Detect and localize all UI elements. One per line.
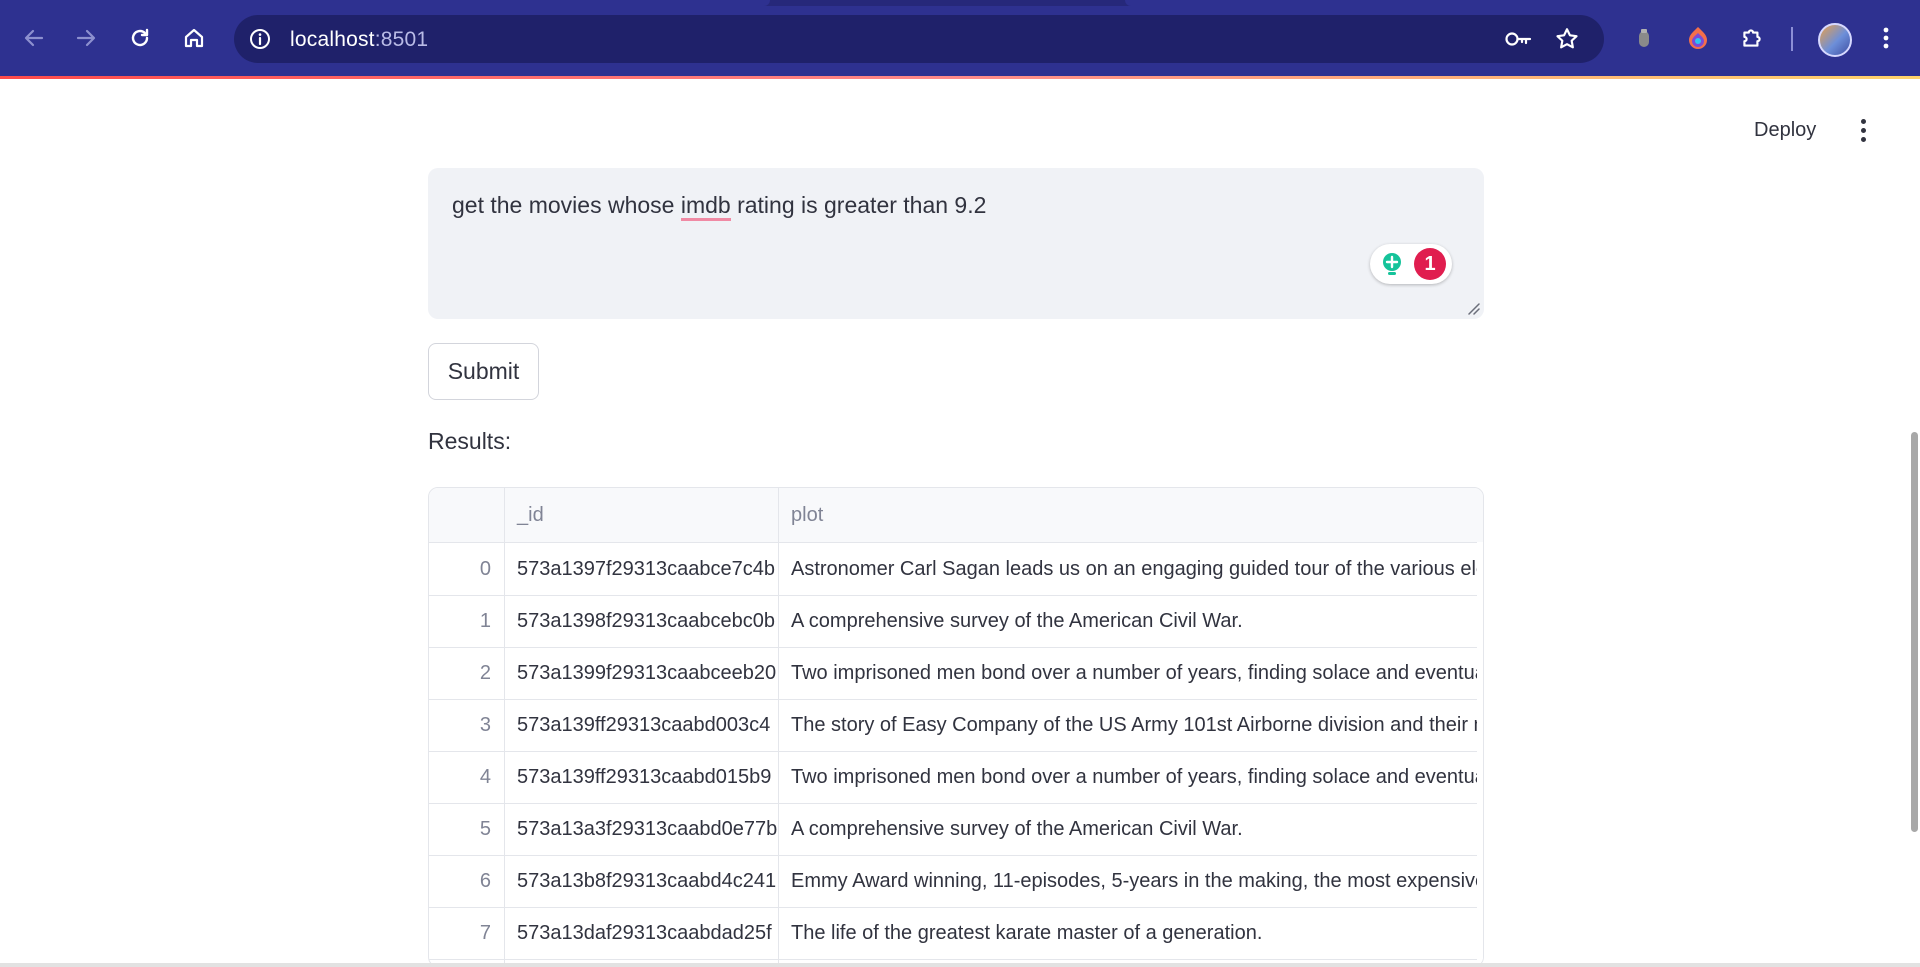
query-text-after: rating is greater than 9.2 (730, 192, 987, 218)
cell-plot[interactable]: Two imprisoned men bond over a number of… (779, 751, 1479, 803)
extension-button[interactable] (1628, 22, 1660, 54)
grammarly-widget[interactable]: 1 (1370, 244, 1452, 284)
url-text[interactable]: localhost:8501 (290, 28, 428, 52)
tab-left[interactable] (0, 0, 770, 6)
spelling-flagged-word[interactable]: imdb (680, 192, 731, 221)
table-row[interactable]: 3 573a139ff29313caabd003c4 The story of … (429, 699, 1483, 752)
app-header-accent (0, 76, 1920, 79)
row-index: 5 (479, 818, 491, 840)
forward-icon (76, 29, 96, 47)
table-scroll-area[interactable] (1477, 542, 1483, 966)
query-text: get the movies whose imdb rating is grea… (452, 192, 987, 221)
cell-plot[interactable]: Astronomer Carl Sagan leads us on an eng… (779, 543, 1479, 595)
cell-id[interactable]: 573a139ff29313caabd003c4 (505, 699, 779, 751)
page-scrollbar-thumb[interactable] (1911, 432, 1918, 832)
cell-id[interactable]: 573a13b8f29313caabd4c241 (505, 855, 779, 907)
cell-plot[interactable]: Emmy Award winning, 11-episodes, 5-years… (779, 855, 1479, 907)
menu-dot (1860, 136, 1866, 142)
reload-icon (131, 28, 149, 47)
back-button[interactable] (14, 18, 54, 58)
cell-plot[interactable]: The life of the greatest karate master o… (779, 907, 1479, 959)
deploy-button[interactable]: Deploy (1742, 112, 1828, 148)
back-icon (24, 29, 44, 47)
bookmark-star-icon[interactable] (1554, 26, 1580, 52)
tab-strip (0, 0, 1920, 6)
row-index: 2 (479, 662, 491, 684)
cell-plot[interactable]: The story of Easy Company of the US Army… (779, 699, 1479, 751)
results-table[interactable]: _id plot 0 573a1397f29313caabce7c4b Astr… (428, 487, 1484, 967)
menu-kebab-icon (1883, 27, 1889, 49)
cell-plot[interactable]: Two imprisoned men bond over a number of… (779, 647, 1479, 699)
row-index: 7 (479, 922, 491, 944)
browser-toolbar: localhost:8501 (0, 0, 1920, 76)
menu-dot (1860, 118, 1866, 124)
row-index: 0 (479, 558, 491, 580)
column-divider (778, 488, 779, 966)
table-row[interactable]: 0 573a1397f29313caabce7c4b Astronomer Ca… (429, 543, 1483, 596)
table-header: _id plot (429, 488, 1483, 543)
extensions-puzzle-icon (1743, 29, 1761, 47)
profile-avatar[interactable] (1818, 23, 1852, 57)
table-row[interactable]: 6 573a13b8f29313caabd4c241 Emmy Award wi… (429, 855, 1483, 908)
url-port: :8501 (374, 28, 429, 51)
query-textarea[interactable]: get the movies whose imdb rating is grea… (428, 168, 1484, 319)
address-bar[interactable]: localhost:8501 (234, 15, 1604, 63)
bottom-edge (0, 963, 1920, 967)
home-button[interactable] (174, 18, 214, 58)
cell-id[interactable]: 573a13a3f29313caabd0e77b (505, 803, 779, 855)
header-id[interactable]: _id (505, 488, 779, 542)
extension-icon (1689, 27, 1707, 49)
submit-button[interactable]: Submit (428, 343, 539, 400)
results-label: Results: (428, 428, 512, 454)
extension-button-2[interactable] (1682, 22, 1714, 54)
header-plot[interactable]: plot (779, 488, 1479, 542)
row-index: 1 (479, 610, 491, 632)
browser-menu-button[interactable] (1870, 22, 1902, 54)
cell-plot[interactable]: A comprehensive survey of the American C… (779, 595, 1479, 647)
menu-dot (1860, 127, 1866, 133)
url-host: localhost (290, 28, 375, 51)
cell-id[interactable]: 573a1399f29313caabceeb20 (505, 647, 779, 699)
resize-handle-icon[interactable] (1466, 301, 1480, 315)
cell-id[interactable]: 573a139ff29313caabd015b9 (505, 751, 779, 803)
app-menu-button[interactable] (1850, 112, 1876, 148)
cell-id[interactable]: 573a13daf29313caabdad25f (505, 907, 779, 959)
row-index: 4 (479, 766, 491, 788)
query-text-before: get the movies whose (452, 192, 681, 218)
column-divider (504, 488, 505, 966)
table-row[interactable]: 2 573a1399f29313caabceeb20 Two imprisone… (429, 647, 1483, 700)
home-icon (184, 28, 204, 48)
cell-id[interactable]: 573a1398f29313caabcebc0b (505, 595, 779, 647)
table-row[interactable]: 1 573a1398f29313caabcebc0b A comprehensi… (429, 595, 1483, 648)
site-info-icon[interactable] (248, 27, 272, 51)
toolbar-separator (1791, 27, 1793, 51)
table-row[interactable]: 5 573a13a3f29313caabd0e77b A comprehensi… (429, 803, 1483, 856)
extension-icon (1639, 29, 1649, 47)
cell-plot[interactable]: A comprehensive survey of the American C… (779, 803, 1479, 855)
tab-right[interactable] (1125, 0, 1920, 6)
forward-button[interactable] (66, 18, 106, 58)
cell-id[interactable]: 573a1397f29313caabce7c4b (505, 543, 779, 595)
table-row[interactable]: 7 573a13daf29313caabdad25f The life of t… (429, 907, 1483, 960)
row-index: 3 (479, 714, 491, 736)
password-key-icon[interactable] (1504, 27, 1532, 51)
row-index: 6 (479, 870, 491, 892)
header-index (429, 488, 505, 542)
grammarly-bulb-icon (1383, 253, 1401, 275)
reload-button[interactable] (120, 18, 160, 58)
grammarly-issue-count: 1 (1414, 248, 1446, 280)
extensions-menu-button[interactable] (1736, 22, 1768, 54)
table-row[interactable]: 4 573a139ff29313caabd015b9 Two imprisone… (429, 751, 1483, 804)
